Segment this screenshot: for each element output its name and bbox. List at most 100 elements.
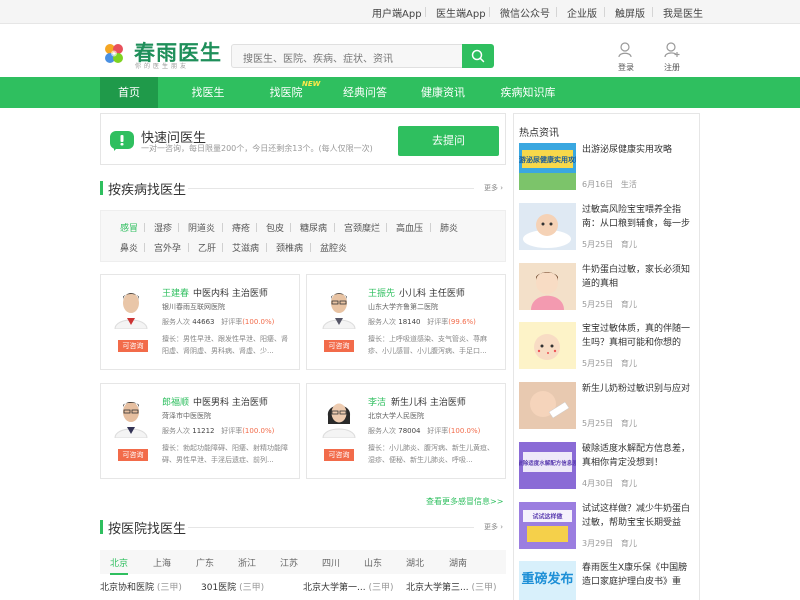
doctor-avatar <box>321 285 357 329</box>
city-tab[interactable]: 江苏 <box>280 556 298 569</box>
disease-tag[interactable]: 宫颈糜烂 <box>344 221 380 234</box>
disease-tag[interactable]: 痔疮 <box>232 221 250 234</box>
topbar-link-user-app[interactable]: 用户端App <box>372 5 422 20</box>
top-bar: 用户端App 医生端App 微信公众号 企业版 触屏版 我是医生 <box>0 0 800 24</box>
city-tab[interactable]: 上海 <box>153 556 171 569</box>
disease-tag[interactable]: 颈椎病 <box>276 241 303 254</box>
section-accent-bar <box>100 520 103 534</box>
news-title[interactable]: 春雨医生X康乐保《中国膀造口家庭护理白皮书》重磅... <box>582 561 694 589</box>
doctor-title: 中医男科 主治医师 <box>193 398 268 408</box>
disease-tag[interactable]: 阴道炎 <box>188 221 215 234</box>
tag-divider <box>222 223 223 232</box>
doctor-name[interactable]: 郎福顺 <box>162 395 189 408</box>
news-title[interactable]: 破除适度水解配方信息差，真相你肯定没想到！ <box>582 442 694 470</box>
topbar-link-wechat[interactable]: 微信公众号 <box>500 5 550 20</box>
news-thumbnail[interactable]: 试试这样做 <box>519 502 576 549</box>
search-button[interactable] <box>462 44 494 68</box>
news-thumbnail[interactable] <box>519 322 576 369</box>
topbar-divider <box>652 7 653 17</box>
news-thumbnail[interactable]: 破除适度水解配方信息差 <box>519 442 576 489</box>
doctor-name[interactable]: 李洁 <box>368 395 386 408</box>
consult-button[interactable]: 可咨询 <box>324 340 354 352</box>
topbar-link-mobile[interactable]: 触屏版 <box>615 5 645 20</box>
news-thumbnail[interactable] <box>519 203 576 250</box>
disease-tag[interactable]: 艾滋病 <box>232 241 259 254</box>
tag-divider <box>430 223 431 232</box>
hot-news-title: 热点资讯 <box>519 128 559 139</box>
consult-button[interactable]: 可咨询 <box>118 340 148 352</box>
news-thumbnail[interactable]: 重磅发布 <box>519 561 576 600</box>
consult-button[interactable]: 可咨询 <box>324 449 354 461</box>
news-meta: 5月25日 育儿 <box>582 300 637 309</box>
nav-find-doctor[interactable]: 找医生 <box>180 77 236 108</box>
login-link[interactable]: 登录 <box>618 62 634 73</box>
disease-tag-panel <box>100 210 506 262</box>
city-tab[interactable]: 广东 <box>196 556 214 569</box>
tag-divider <box>144 243 145 252</box>
news-meta: 3月29日 育儿 <box>582 539 637 548</box>
disease-tag[interactable]: 高血压 <box>396 221 423 234</box>
news-title[interactable]: 新生儿奶粉过敏识别与应对 <box>582 382 694 410</box>
more-link-hospital[interactable]: 更多 › <box>484 522 503 532</box>
news-thumbnail[interactable]: 出游泌尿健康实用攻略 <box>519 143 576 190</box>
consult-button[interactable]: 可咨询 <box>118 449 148 461</box>
disease-tag[interactable]: 湿疹 <box>154 221 172 234</box>
nav-home[interactable]: 首页 <box>100 77 158 108</box>
hospital-link[interactable]: 301医院 (三甲) <box>201 580 264 593</box>
disease-tag[interactable]: 包皮 <box>266 221 284 234</box>
doctor-stats: 服务人次 18140 好评率(99.6%) <box>368 318 476 326</box>
disease-tag[interactable]: 乙肝 <box>198 241 216 254</box>
disease-tag[interactable]: 糖尿病 <box>300 221 327 234</box>
disease-tag[interactable]: 感冒 <box>120 221 138 234</box>
logo-slogan: 你的医生朋友 <box>135 63 190 70</box>
city-tab[interactable]: 北京 <box>110 556 128 569</box>
doctor-skills: 擅长：勃起功能障碍、阳痿、射精功能障碍、男性早泄、手淫后遗症、前列... <box>162 444 288 464</box>
disease-tag[interactable]: 肺炎 <box>440 221 458 234</box>
topbar-link-doctor-app[interactable]: 医生端App <box>436 5 486 20</box>
topbar-link-enterprise[interactable]: 企业版 <box>567 5 597 20</box>
news-title[interactable]: 试试这样做？减少牛奶蛋白过敏，帮助宝宝长期受益 <box>582 502 694 530</box>
topbar-divider <box>556 7 557 17</box>
news-title[interactable]: 宝宝过敏体质，真的伴随一生吗？真相可能和你想的不... <box>582 322 694 350</box>
news-thumbnail[interactable] <box>519 382 576 429</box>
news-title[interactable]: 过敏高风险宝宝喂养全指南：从口粮到辅食，每一步都... <box>582 203 694 231</box>
user-icon[interactable] <box>618 42 632 58</box>
hospital-link[interactable]: 北京大学第三... (三甲) <box>406 580 497 593</box>
doctor-title: 中医内科 主治医师 <box>193 289 268 299</box>
city-tab[interactable]: 山东 <box>364 556 382 569</box>
news-title[interactable]: 牛奶蛋白过敏，家长必须知道的真相 <box>582 263 694 291</box>
register-user-icon[interactable] <box>664 42 680 58</box>
doctor-name[interactable]: 王建春 <box>162 286 189 299</box>
city-tab[interactable]: 四川 <box>322 556 340 569</box>
doctor-title: 小儿科 主任医师 <box>399 289 465 299</box>
doctor-title: 新生儿科 主治医师 <box>391 398 466 408</box>
hospital-link[interactable]: 北京大学第一... (三甲) <box>303 580 394 593</box>
register-link[interactable]: 注册 <box>664 62 680 73</box>
nav-health-news[interactable]: 健康资讯 <box>414 77 472 108</box>
disease-tag[interactable]: 鼻炎 <box>120 241 138 254</box>
logo-flower-icon[interactable] <box>102 42 126 66</box>
topbar-link-i-am-doctor[interactable]: 我是医生 <box>663 5 703 20</box>
doctor-stats: 服务人次 11212 好评率(100.0%) <box>162 427 275 435</box>
news-meta: 5月25日 育儿 <box>582 240 637 249</box>
more-link-disease[interactable]: 更多 › <box>484 183 503 193</box>
disease-tag[interactable]: 宫外孕 <box>154 241 181 254</box>
news-thumbnail[interactable] <box>519 263 576 310</box>
city-tab[interactable]: 浙江 <box>238 556 256 569</box>
news-title[interactable]: 出游泌尿健康实用攻略 <box>582 143 694 171</box>
tag-divider <box>386 223 387 232</box>
doctor-skills: 擅长：上呼吸道感染、支气管炎、荨麻疹、小儿感冒、小儿腹泻病、手足口... <box>368 335 487 355</box>
city-tab[interactable]: 湖北 <box>406 556 424 569</box>
nav-classic-qa[interactable]: 经典问答 <box>336 77 394 108</box>
hospital-link[interactable]: 北京协和医院 (三甲) <box>100 580 182 593</box>
tag-divider <box>266 243 267 252</box>
search-icon <box>471 49 485 63</box>
tag-divider <box>188 243 189 252</box>
doctor-name[interactable]: 王振先 <box>368 286 395 299</box>
more-cold-info-link[interactable]: 查看更多感冒信息>> <box>426 496 503 507</box>
nav-disease-library[interactable]: 疾病知识库 <box>494 77 562 108</box>
city-tab-underline <box>110 573 128 575</box>
city-tab[interactable]: 湖南 <box>449 556 467 569</box>
disease-tag[interactable]: 盆腔炎 <box>320 241 347 254</box>
ask-question-button[interactable]: 去提问 <box>398 126 499 156</box>
